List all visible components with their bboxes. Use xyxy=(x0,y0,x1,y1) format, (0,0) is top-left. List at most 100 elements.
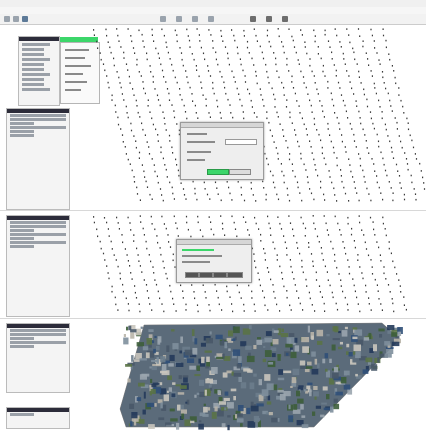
camera-point[interactable] xyxy=(381,117,383,120)
camera-point[interactable] xyxy=(376,181,378,184)
camera-point[interactable] xyxy=(388,247,390,250)
camera-point[interactable] xyxy=(293,278,295,280)
camera-point[interactable] xyxy=(174,76,176,79)
camera-point[interactable] xyxy=(143,234,145,236)
camera-point[interactable] xyxy=(388,181,390,183)
camera-point[interactable] xyxy=(236,284,238,287)
camera-point[interactable] xyxy=(391,298,393,300)
camera-point[interactable] xyxy=(134,285,136,287)
camera-point[interactable] xyxy=(315,271,317,274)
camera-point[interactable] xyxy=(185,309,187,311)
camera-point[interactable] xyxy=(238,291,240,294)
camera-point[interactable] xyxy=(157,290,159,293)
camera-point[interactable] xyxy=(180,284,182,287)
camera-point[interactable] xyxy=(97,47,99,49)
camera-point[interactable] xyxy=(353,133,355,136)
camera-point[interactable] xyxy=(277,198,280,201)
camera-point[interactable] xyxy=(274,106,276,108)
camera-point[interactable] xyxy=(307,181,309,184)
camera-point[interactable] xyxy=(153,40,155,42)
camera-point[interactable] xyxy=(341,134,343,136)
camera-point[interactable] xyxy=(153,272,155,274)
camera-point[interactable] xyxy=(179,88,181,90)
camera-point[interactable] xyxy=(342,241,344,243)
camera-point[interactable] xyxy=(248,92,251,95)
camera-point[interactable] xyxy=(114,104,116,107)
camera-point[interactable] xyxy=(258,228,260,230)
camera-point[interactable] xyxy=(262,98,264,101)
camera-point[interactable] xyxy=(369,216,372,219)
camera-point[interactable] xyxy=(142,40,144,42)
camera-point[interactable] xyxy=(353,51,355,54)
camera-point[interactable] xyxy=(177,169,179,172)
camera-point[interactable] xyxy=(143,87,145,90)
camera-point[interactable] xyxy=(363,175,365,178)
camera-point[interactable] xyxy=(349,41,351,44)
camera-point[interactable] xyxy=(359,35,361,37)
camera-point[interactable] xyxy=(280,228,283,230)
camera-point[interactable] xyxy=(172,69,174,72)
camera-point[interactable] xyxy=(221,76,223,78)
camera-point[interactable] xyxy=(353,93,355,95)
camera-point[interactable] xyxy=(382,222,384,225)
camera-point[interactable] xyxy=(368,297,370,299)
camera-point[interactable] xyxy=(358,110,360,113)
camera-point[interactable] xyxy=(140,75,142,77)
camera-point[interactable] xyxy=(373,228,375,231)
camera-point[interactable] xyxy=(370,309,372,311)
camera-point[interactable] xyxy=(204,58,206,61)
camera-point[interactable] xyxy=(316,235,319,238)
camera-point[interactable] xyxy=(93,216,95,218)
camera-point[interactable] xyxy=(262,180,264,183)
camera-point[interactable] xyxy=(317,53,319,55)
measure-icon[interactable] xyxy=(250,16,256,22)
camera-point[interactable] xyxy=(291,271,293,274)
camera-point[interactable] xyxy=(365,52,367,54)
camera-point[interactable] xyxy=(200,46,202,49)
camera-point[interactable] xyxy=(286,187,288,190)
camera-point[interactable] xyxy=(196,304,199,306)
camera-point[interactable] xyxy=(289,259,291,261)
camera-point[interactable] xyxy=(143,279,145,281)
camera-point[interactable] xyxy=(374,170,376,172)
camera-point[interactable] xyxy=(119,272,121,275)
camera-point[interactable] xyxy=(157,134,159,136)
camera-point[interactable] xyxy=(374,47,376,49)
camera-point[interactable] xyxy=(357,28,360,30)
camera-point[interactable] xyxy=(400,187,402,189)
camera-point[interactable] xyxy=(414,153,416,155)
camera-point[interactable] xyxy=(268,121,270,124)
camera-point[interactable] xyxy=(398,175,401,177)
camera-point[interactable] xyxy=(260,233,262,236)
camera-point[interactable] xyxy=(146,290,148,292)
camera-point[interactable] xyxy=(143,170,145,173)
camera-point[interactable] xyxy=(165,129,167,131)
camera-point[interactable] xyxy=(186,117,188,120)
camera-point[interactable] xyxy=(256,40,258,42)
camera-point[interactable] xyxy=(259,88,261,90)
camera-point[interactable] xyxy=(300,157,302,160)
camera-point[interactable] xyxy=(224,234,226,236)
camera-point[interactable] xyxy=(314,40,316,43)
camera-point[interactable] xyxy=(135,140,137,142)
tree-item[interactable] xyxy=(22,63,44,66)
dialog-button[interactable] xyxy=(213,272,227,278)
camera-point[interactable] xyxy=(251,106,253,108)
camera-point[interactable] xyxy=(175,158,177,161)
camera-point[interactable] xyxy=(287,194,289,196)
camera-point[interactable] xyxy=(341,140,343,143)
camera-point[interactable] xyxy=(304,227,307,230)
camera-point[interactable] xyxy=(148,297,150,299)
camera-point[interactable] xyxy=(379,106,381,108)
camera-point[interactable] xyxy=(254,216,256,219)
camera-point[interactable] xyxy=(413,188,415,190)
camera-point[interactable] xyxy=(285,106,288,108)
camera-point[interactable] xyxy=(368,193,370,195)
camera-point[interactable] xyxy=(159,297,161,300)
camera-point[interactable] xyxy=(169,181,171,184)
camera-point[interactable] xyxy=(359,117,361,119)
camera-point[interactable] xyxy=(273,290,275,293)
camera-point[interactable] xyxy=(130,35,132,37)
camera-point[interactable] xyxy=(392,199,394,202)
list-item[interactable] xyxy=(10,122,34,125)
